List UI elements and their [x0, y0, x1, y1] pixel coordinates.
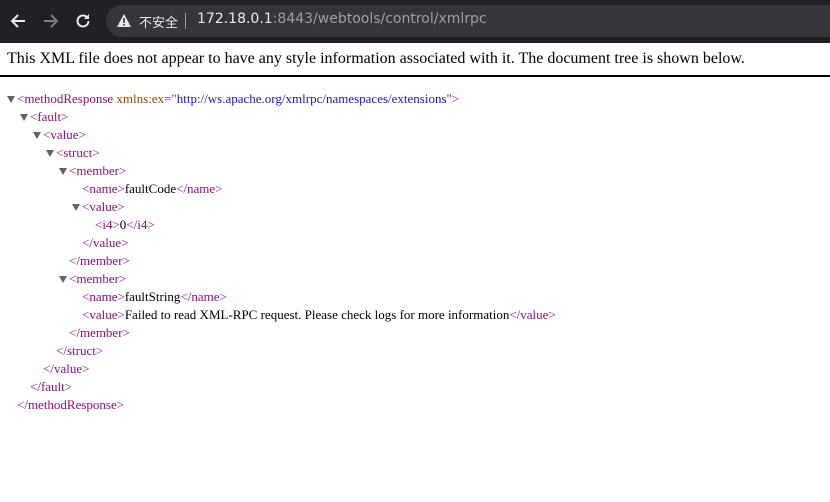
- tag-value-open: <value>: [82, 307, 125, 322]
- tag-value-close: </value>: [82, 235, 129, 250]
- address-bar[interactable]: 不安全 172.18.0.1:8443/webtools/control/xml…: [106, 5, 830, 37]
- tree-line-inner-value-close: </value>: [82, 234, 128, 252]
- tag-value-open: <value>: [82, 199, 125, 214]
- address-separator: [185, 13, 186, 29]
- tag-i4-open: <i4>: [95, 217, 120, 232]
- forward-arrow-icon: [44, 14, 59, 28]
- collapse-triangle-icon[interactable]: [7, 95, 15, 103]
- tag-fault-open: <fault>: [30, 109, 69, 124]
- xml-info-banner: This XML file does not appear to have an…: [0, 43, 830, 77]
- reload-icon: [76, 14, 90, 28]
- attr-name: xmlns:ex: [116, 91, 165, 106]
- collapse-triangle-icon[interactable]: [20, 113, 28, 121]
- collapse-triangle-icon[interactable]: [46, 149, 54, 157]
- tree-line-i4: <i4>0</i4>: [95, 216, 155, 234]
- back-arrow-icon: [10, 14, 25, 28]
- url-path: :8443/webtools/control/xmlrpc: [272, 11, 487, 27]
- attr-eq: =": [164, 91, 177, 106]
- attr-close: ">: [446, 91, 460, 106]
- xml-info-text: This XML file does not appear to have an…: [7, 50, 745, 67]
- security-status-label[interactable]: 不安全: [139, 12, 178, 31]
- tag-methodresponse-close: </methodResponse>: [17, 397, 125, 412]
- tag-name-close: </name>: [176, 181, 223, 196]
- forward-button[interactable]: [38, 8, 64, 34]
- tree-line-member-open: <member>: [59, 162, 126, 180]
- back-button[interactable]: [5, 8, 31, 34]
- text-faultstring: faultString: [124, 289, 181, 304]
- tree-line-value-close: </value>: [43, 360, 89, 378]
- collapse-triangle-icon[interactable]: [59, 167, 67, 175]
- tag-i4-close: </i4>: [126, 217, 155, 232]
- collapse-triangle-icon[interactable]: [33, 131, 41, 139]
- tree-line-name-faultcode: <name>faultCode</name>: [82, 180, 223, 198]
- collapse-triangle-icon[interactable]: [72, 203, 80, 211]
- tree-line-struct-open: <struct>: [46, 144, 100, 162]
- tree-line-inner-value-open: <value>: [72, 198, 125, 216]
- text-fault-message: Failed to read XML-RPC request. Please c…: [124, 307, 510, 322]
- tree-line-fault-message: <value>Failed to read XML-RPC request. P…: [82, 306, 556, 324]
- browser-toolbar: 不安全 172.18.0.1:8443/webtools/control/xml…: [0, 0, 830, 43]
- tree-line-member2-close: </member>: [69, 324, 130, 342]
- text-faultcode: faultCode: [124, 181, 177, 196]
- tag-member-close: </member>: [69, 325, 130, 340]
- tag-member-close: </member>: [69, 253, 130, 268]
- url-host: 172.18.0.1: [197, 11, 273, 27]
- collapse-triangle-icon[interactable]: [59, 275, 67, 283]
- tag-name-open: <name>: [82, 181, 125, 196]
- tag-methodresponse-open: <methodResponse: [17, 91, 114, 106]
- tag-name-open: <name>: [82, 289, 125, 304]
- url-text[interactable]: 172.18.0.1:8443/webtools/control/xmlrpc: [197, 11, 487, 27]
- attr-value: http://ws.apache.org/xmlrpc/namespaces/e…: [176, 91, 447, 106]
- warning-triangle-icon[interactable]: [116, 13, 132, 28]
- tree-line-methodresponse-open: <methodResponse xmlns:ex="http://ws.apac…: [7, 90, 459, 108]
- tree-line-member-close: </member>: [69, 252, 130, 270]
- tree-line-name-faultstring: <name>faultString</name>: [82, 288, 227, 306]
- tag-fault-close: </fault>: [30, 379, 73, 394]
- tag-struct-close: </struct>: [56, 343, 104, 358]
- tag-struct-open: <struct>: [56, 145, 100, 160]
- tag-member-open: <member>: [69, 271, 127, 286]
- tree-line-value-open: <value>: [33, 126, 86, 144]
- tag-value-close: </value>: [43, 361, 90, 376]
- tag-value-open: <value>: [43, 127, 86, 142]
- tree-line-struct-close: </struct>: [56, 342, 103, 360]
- tree-line-fault-open: <fault>: [20, 108, 69, 126]
- tag-member-open: <member>: [69, 163, 127, 178]
- tag-value-close: </value>: [509, 307, 556, 322]
- tree-line-member2-open: <member>: [59, 270, 126, 288]
- tree-line-fault-close: </fault>: [30, 378, 72, 396]
- tree-line-methodresponse-close: </methodResponse>: [17, 396, 124, 414]
- reload-button[interactable]: [70, 8, 96, 34]
- tag-name-close: </name>: [180, 289, 227, 304]
